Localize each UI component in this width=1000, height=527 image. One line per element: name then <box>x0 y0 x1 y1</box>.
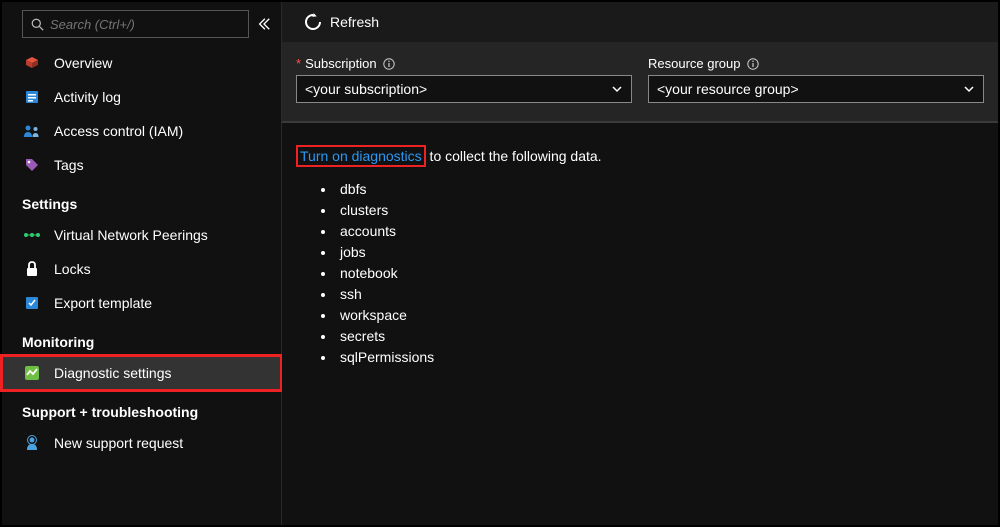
sidebar-item-access-control[interactable]: Access control (IAM) <box>2 114 281 148</box>
sidebar-item-activity-log[interactable]: Activity log <box>2 80 281 114</box>
subscription-field: * Subscription <your subscription> <box>296 56 632 103</box>
list-item: ssh <box>336 284 984 305</box>
info-icon[interactable] <box>747 58 759 70</box>
resource-group-value: <your resource group> <box>657 81 799 97</box>
activity-log-icon <box>22 89 42 105</box>
sidebar-item-label: Overview <box>54 55 112 71</box>
sidebar-item-vnet-peerings[interactable]: Virtual Network Peerings <box>2 218 281 252</box>
network-peerings-icon <box>22 229 42 241</box>
subscription-dropdown[interactable]: <your subscription> <box>296 75 632 103</box>
resource-group-dropdown[interactable]: <your resource group> <box>648 75 984 103</box>
list-item: accounts <box>336 221 984 242</box>
sidebar-item-diagnostic-settings[interactable]: Diagnostic settings <box>2 356 281 390</box>
search-icon <box>31 18 44 31</box>
intro-text: to collect the following data. <box>426 148 602 164</box>
toolbar: Refresh <box>282 2 998 42</box>
list-item: sqlPermissions <box>336 347 984 368</box>
sidebar-item-label: Export template <box>54 295 152 311</box>
refresh-icon <box>304 13 322 31</box>
collapse-sidebar-icon[interactable] <box>257 17 271 31</box>
sidebar-item-label: Locks <box>54 261 91 277</box>
filters-bar: * Subscription <your subscription> Resou… <box>282 42 998 121</box>
support-request-icon <box>22 435 42 451</box>
sidebar-item-label: Virtual Network Peerings <box>54 227 208 243</box>
section-header-settings: Settings <box>2 182 281 218</box>
search-box[interactable] <box>22 10 249 38</box>
tags-icon <box>22 157 42 173</box>
sidebar-item-locks[interactable]: Locks <box>2 252 281 286</box>
info-icon[interactable] <box>383 58 395 70</box>
resource-group-label: Resource group <box>648 56 741 71</box>
required-indicator: * <box>296 56 301 71</box>
sidebar-item-label: New support request <box>54 435 183 451</box>
list-item: workspace <box>336 305 984 326</box>
refresh-label: Refresh <box>330 14 379 30</box>
chevron-down-icon <box>611 83 623 95</box>
sidebar-item-label: Access control (IAM) <box>54 123 183 139</box>
diagnostic-settings-icon <box>22 365 42 381</box>
sidebar-item-tags[interactable]: Tags <box>2 148 281 182</box>
sidebar-item-new-support-request[interactable]: New support request <box>2 426 281 460</box>
diagnostic-data-list: dbfsclustersaccountsjobsnotebooksshworks… <box>336 179 984 368</box>
main-panel: Refresh * Subscription <your subscriptio… <box>282 2 998 525</box>
list-item: secrets <box>336 326 984 347</box>
list-item: dbfs <box>336 179 984 200</box>
sidebar-item-label: Diagnostic settings <box>54 365 172 381</box>
list-item: notebook <box>336 263 984 284</box>
turn-on-diagnostics-link[interactable]: Turn on diagnostics <box>300 148 422 164</box>
content-area: Turn on diagnostics to collect the follo… <box>282 123 998 390</box>
export-template-icon <box>22 295 42 311</box>
section-header-monitoring: Monitoring <box>2 320 281 356</box>
access-control-icon <box>22 123 42 139</box>
subscription-value: <your subscription> <box>305 81 427 97</box>
chevron-down-icon <box>963 83 975 95</box>
sidebar: Overview Activity log Access control (IA… <box>2 2 282 525</box>
sidebar-item-label: Activity log <box>54 89 121 105</box>
resource-group-field: Resource group <your resource group> <box>648 56 984 103</box>
refresh-button[interactable]: Refresh <box>296 13 379 31</box>
subscription-label: Subscription <box>305 56 377 71</box>
overview-icon <box>22 55 42 71</box>
sidebar-item-overview[interactable]: Overview <box>2 46 281 80</box>
section-header-support: Support + troubleshooting <box>2 390 281 426</box>
list-item: clusters <box>336 200 984 221</box>
sidebar-item-export-template[interactable]: Export template <box>2 286 281 320</box>
list-item: jobs <box>336 242 984 263</box>
search-input[interactable] <box>50 17 240 32</box>
sidebar-item-label: Tags <box>54 157 84 173</box>
lock-icon <box>22 261 42 277</box>
